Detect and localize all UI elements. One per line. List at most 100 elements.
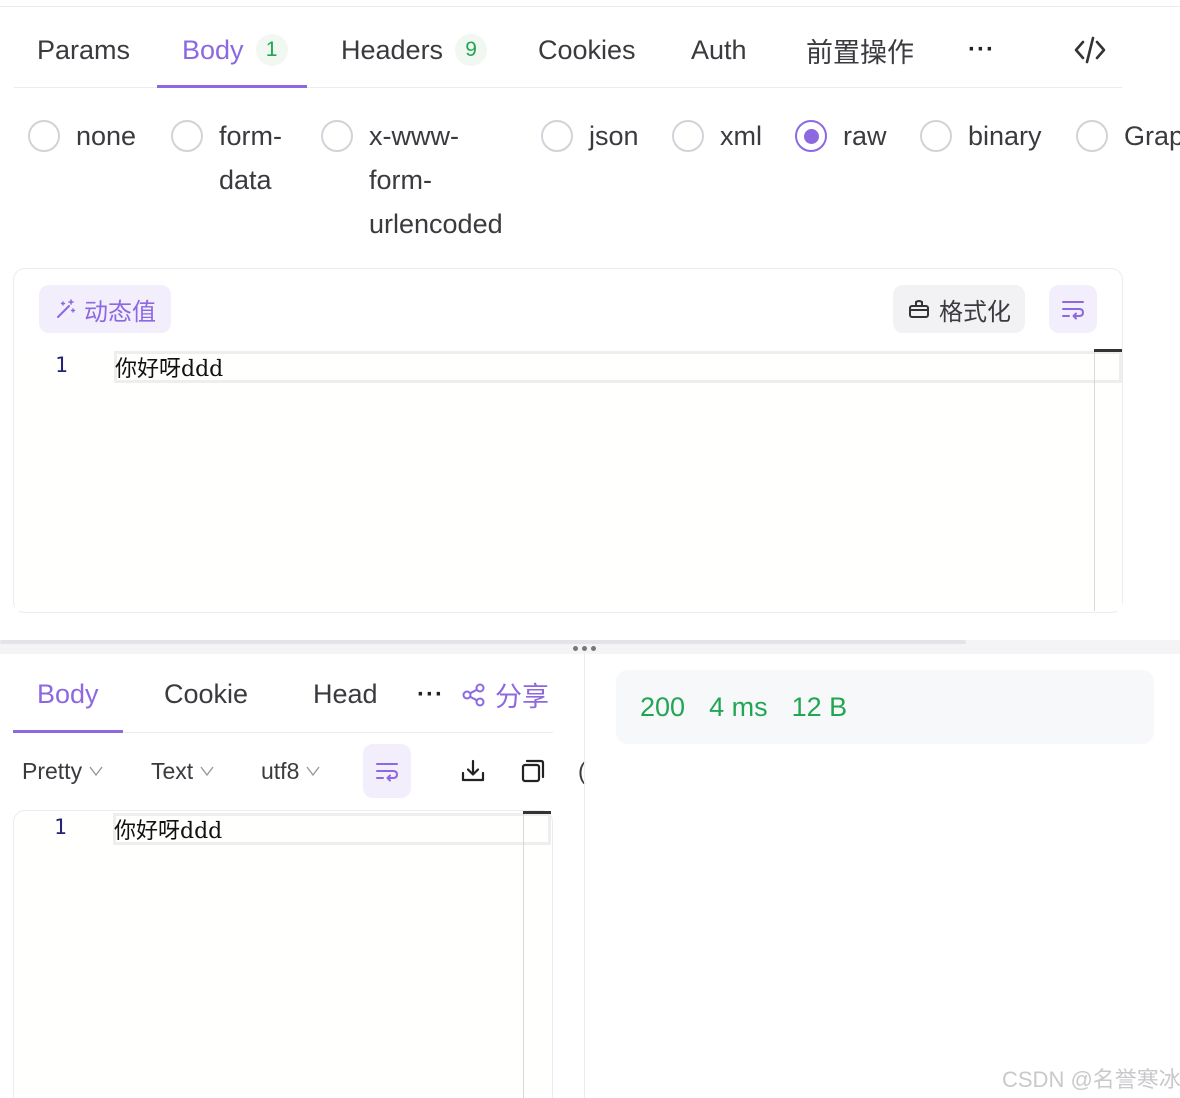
more-tabs-button[interactable]: ···: [968, 12, 995, 88]
radio-icon: [1076, 120, 1108, 152]
body-type-json[interactable]: json: [541, 114, 639, 158]
line-number: 1: [54, 815, 67, 839]
response-time: 4 ms: [709, 691, 768, 722]
format-label: 格式化: [939, 298, 1011, 326]
content-type-select[interactable]: Text: [151, 742, 215, 800]
response-body-viewer: 1 你好呀ddd: [13, 810, 553, 1098]
more-icon: ···: [968, 36, 995, 63]
scrollbar-thumb[interactable]: [523, 811, 551, 814]
radio-checked-icon: [795, 120, 827, 152]
request-tabs: Params Body 1 Headers 9 Cookies Auth 前置操…: [14, 12, 1122, 88]
radio-label: x-www- form- urlencoded: [369, 121, 503, 239]
body-type-none[interactable]: none: [28, 114, 136, 158]
response-toolbar: Pretty Text utf8 (: [22, 742, 586, 800]
share-button[interactable]: 分享: [461, 656, 549, 733]
status-code: 200: [640, 691, 686, 722]
active-tab-indicator: [157, 85, 307, 88]
active-line-highlight: [114, 351, 1122, 383]
dynamic-value-label: 动态值: [84, 298, 156, 326]
tab-auth[interactable]: Auth: [691, 12, 747, 88]
response-tab-body[interactable]: Body: [37, 656, 99, 733]
response-word-wrap-toggle[interactable]: [363, 744, 411, 798]
wrap-text-icon: [1062, 301, 1085, 320]
radio-label: form- data: [219, 121, 282, 195]
body-type-binary[interactable]: binary: [920, 114, 1042, 158]
count-badge: 9: [455, 34, 488, 66]
radio-label: xml: [720, 121, 762, 151]
watermark: CSDN @名誉寒冰: [1002, 1067, 1180, 1092]
copy-button[interactable]: [509, 744, 557, 798]
splitter-shadow: [0, 640, 966, 644]
radio-icon: [28, 120, 60, 152]
response-status-bar: 200 4 ms 12 B: [616, 670, 1154, 744]
radio-label: raw: [843, 121, 887, 151]
response-tabs: Body Cookie Head ··· 分享: [13, 656, 553, 733]
body-type-form-data[interactable]: form- data: [171, 114, 282, 202]
tab-label: Head: [313, 679, 378, 709]
line-number: 1: [55, 353, 68, 377]
radio-icon: [171, 120, 203, 152]
encoding-select[interactable]: utf8: [261, 742, 321, 800]
tab-body[interactable]: Body 1: [182, 12, 288, 88]
tab-label: Params: [37, 34, 131, 65]
tab-label: Headers: [341, 34, 444, 65]
request-body-editor: 动态值 格式化 1 你好呀ddd: [13, 268, 1123, 613]
code-line[interactable]: 你好呀ddd: [115, 351, 223, 383]
radio-icon: [672, 120, 704, 152]
download-button[interactable]: [449, 744, 497, 798]
radio-icon: [321, 120, 353, 152]
body-type-xml[interactable]: xml: [672, 114, 762, 158]
scrollbar[interactable]: [523, 811, 524, 1098]
share-icon: [462, 683, 485, 706]
tab-headers[interactable]: Headers 9: [341, 12, 488, 88]
top-border: [0, 6, 1180, 7]
body-type-x-www-form-urlencoded[interactable]: x-www- form- urlencoded: [321, 114, 503, 246]
radio-icon: [920, 120, 952, 152]
code-icon[interactable]: [1072, 32, 1108, 68]
radio-label: binary: [968, 121, 1042, 151]
code-area[interactable]: 1 你好呀ddd: [15, 349, 1122, 611]
broom-icon: [909, 300, 929, 318]
select-value: Pretty: [22, 757, 83, 784]
copy-icon: [521, 759, 545, 783]
scrollbar-thumb[interactable]: [1094, 349, 1122, 352]
tab-params[interactable]: Params: [37, 12, 130, 88]
chevron-down-icon: [89, 766, 103, 777]
count-badge: 1: [255, 34, 288, 66]
tab-label: 前置操作: [806, 37, 914, 68]
chevron-down-icon: [306, 766, 320, 777]
radio-label: none: [76, 121, 137, 151]
word-wrap-toggle[interactable]: [1049, 285, 1097, 333]
dynamic-value-button[interactable]: 动态值: [39, 285, 171, 333]
share-label: 分享: [495, 682, 549, 712]
radio-icon: [541, 120, 573, 152]
response-tab-headers[interactable]: Head: [313, 656, 378, 733]
active-tab-indicator: [13, 730, 123, 733]
scrollbar[interactable]: [1094, 349, 1095, 611]
more-icon: ···: [417, 680, 444, 708]
more-response-tabs-button[interactable]: ···: [417, 656, 444, 733]
chevron-down-icon: [200, 766, 214, 777]
format-button[interactable]: 格式化: [893, 285, 1025, 333]
tab-label: Cookie: [164, 679, 249, 709]
tab-label: Body: [182, 34, 244, 65]
view-mode-select[interactable]: Pretty: [22, 742, 104, 800]
radio-label: json: [589, 121, 639, 151]
tab-cookies[interactable]: Cookies: [538, 12, 636, 88]
tab-pre-operations[interactable]: 前置操作: [806, 12, 914, 88]
body-type-raw[interactable]: raw: [795, 114, 887, 158]
tab-label: Body: [37, 679, 99, 709]
body-type-graphql[interactable]: Grap: [1076, 114, 1180, 158]
response-tab-cookie[interactable]: Cookie: [164, 656, 248, 733]
panel-divider[interactable]: [584, 654, 585, 1098]
download-icon: [461, 759, 485, 782]
drag-handle-icon[interactable]: [573, 646, 596, 651]
magic-wand-icon: [57, 299, 76, 318]
response-size: 12 B: [791, 691, 848, 722]
select-value: Text: [151, 757, 194, 784]
code-line[interactable]: 你好呀ddd: [114, 813, 222, 845]
tab-label: Cookies: [538, 34, 636, 65]
wrap-text-icon: [376, 763, 399, 782]
select-value: utf8: [261, 757, 300, 784]
tab-label: Auth: [691, 34, 747, 65]
